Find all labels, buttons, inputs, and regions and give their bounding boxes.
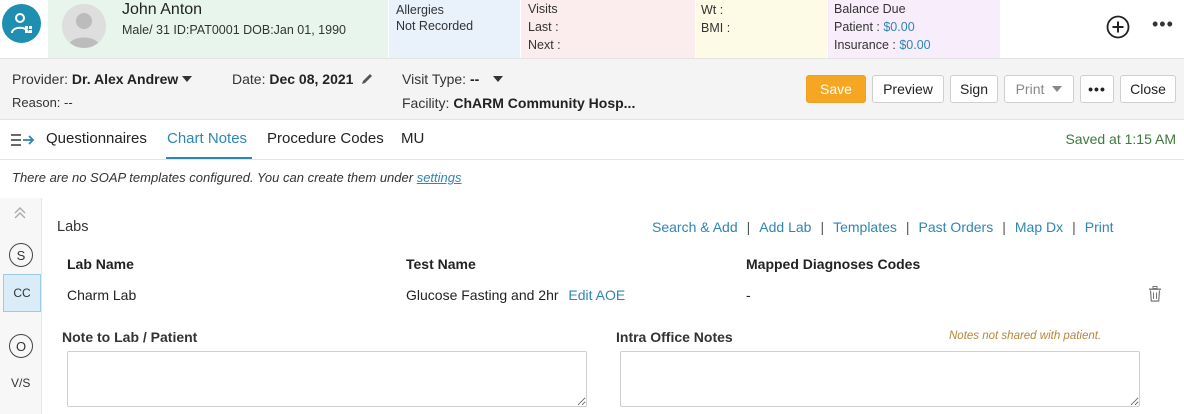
insurance-balance-label: Insurance :	[834, 38, 896, 52]
more-options-icon[interactable]: •••	[1152, 14, 1174, 35]
reason-field: Reason: --	[12, 95, 73, 110]
facility-label: Facility:	[402, 95, 450, 111]
soap-template-notice: There are no SOAP templates configured. …	[12, 170, 462, 185]
allergies-value: Not Recorded	[396, 19, 474, 33]
provider-label: Provider:	[12, 71, 69, 87]
notice-text: There are no SOAP templates configured. …	[12, 170, 417, 185]
edit-aoe-link[interactable]: Edit AOE	[568, 287, 625, 303]
expand-panel-icon[interactable]	[11, 133, 35, 150]
active-tab-indicator	[166, 157, 252, 159]
templates-link[interactable]: Templates	[833, 219, 897, 235]
provider-field[interactable]: Provider: Dr. Alex Andrew	[12, 71, 193, 87]
saved-status: Saved at 1:15 AM	[1065, 131, 1176, 147]
tab-questionnaires[interactable]: Questionnaires	[46, 130, 147, 147]
add-lab-link[interactable]: Add Lab	[759, 219, 811, 235]
balance-panel[interactable]: Balance Due Patient : $0.00 Insurance : …	[828, 0, 1000, 58]
labs-title: Labs	[57, 219, 89, 235]
patient-panel[interactable]: John Anton Male/ 31 ID:PAT0001 DOB:Jan 0…	[48, 0, 388, 58]
print-link[interactable]: Print	[1085, 219, 1114, 235]
encounter-bar: Provider: Dr. Alex Andrew Date: Dec 08, …	[0, 58, 1184, 120]
tab-mu[interactable]: MU	[401, 130, 424, 147]
provider-value: Dr. Alex Andrew	[71, 71, 179, 87]
column-header-mapped-diagnoses: Mapped Diagnoses Codes	[746, 256, 921, 272]
rail-item-objective[interactable]: O	[9, 334, 33, 358]
tab-procedure-codes[interactable]: Procedure Codes	[267, 130, 384, 147]
reason-value: --	[64, 95, 73, 110]
insurance-balance: Insurance : $0.00	[834, 36, 931, 54]
vitals-panel[interactable]: Wt : BMI :	[696, 0, 827, 58]
chevron-down-icon	[1052, 86, 1063, 92]
preview-button[interactable]: Preview	[872, 75, 944, 103]
search-add-link[interactable]: Search & Add	[652, 219, 738, 235]
more-button[interactable]: •••	[1080, 75, 1114, 103]
chevron-down-icon	[182, 76, 193, 82]
lab-name-cell: Charm Lab	[67, 287, 137, 303]
column-header-lab-name: Lab Name	[67, 256, 134, 272]
intra-office-notes-label: Intra Office Notes	[616, 329, 733, 345]
past-orders-link[interactable]: Past Orders	[919, 219, 994, 235]
patient-balance: Patient : $0.00	[834, 18, 915, 36]
trash-icon[interactable]	[1148, 286, 1162, 302]
note-to-lab-label: Note to Lab / Patient	[62, 329, 198, 345]
visit-type-field[interactable]: Visit Type: --	[402, 71, 504, 87]
settings-link[interactable]: settings	[417, 170, 462, 185]
add-circle-icon[interactable]	[1106, 15, 1130, 39]
pencil-icon[interactable]	[361, 72, 374, 85]
print-dropdown[interactable]: Print	[1004, 75, 1074, 103]
insurance-balance-value: $0.00	[899, 38, 931, 52]
visits-next: Next :	[528, 38, 561, 52]
patient-info: Male/ 31 ID:PAT0001 DOB:Jan 01, 1990	[122, 23, 346, 37]
tabs-bar: Questionnaires Chart Notes Procedure Cod…	[0, 120, 1184, 160]
visits-last: Last :	[528, 20, 559, 34]
app-logo-icon[interactable]	[2, 4, 41, 43]
date-value: Dec 08, 2021	[269, 71, 354, 87]
labs-actions: Search & Add | Add Lab | Templates | Past Orde…	[652, 219, 1114, 235]
notes-not-shared-hint: Notes not shared with patient.	[949, 330, 1102, 342]
test-name-value: Glucose Fasting and 2hr	[406, 287, 559, 303]
allergies-panel[interactable]: Allergies Not Recorded	[389, 0, 520, 58]
rail-item-vitals[interactable]: V/S	[11, 376, 30, 390]
avatar	[62, 4, 106, 48]
chevron-up-double-icon[interactable]	[13, 206, 27, 223]
rail-item-subjective[interactable]: S	[9, 243, 33, 267]
visits-panel[interactable]: Visits Last : Next :	[521, 0, 695, 58]
save-button[interactable]: Save	[806, 75, 866, 103]
reason-label: Reason:	[12, 95, 61, 110]
column-header-test-name: Test Name	[406, 256, 476, 272]
wt-label: Wt :	[701, 3, 724, 17]
date-label: Date:	[232, 71, 266, 87]
logo-tile	[0, 0, 48, 58]
date-field[interactable]: Date: Dec 08, 2021	[232, 71, 374, 87]
facility-value: ChARM Community Hosp...	[453, 95, 636, 111]
visits-label: Visits	[528, 2, 558, 16]
diagnoses-cell: -	[746, 287, 751, 303]
tab-chart-notes[interactable]: Chart Notes	[167, 130, 247, 147]
patient-balance-value: $0.00	[883, 20, 915, 34]
visit-type-label: Visit Type:	[402, 71, 467, 87]
patient-balance-label: Patient :	[834, 20, 880, 34]
patient-name: John Anton	[122, 1, 203, 18]
note-to-lab-textarea[interactable]	[67, 351, 587, 407]
intra-office-notes-textarea[interactable]	[620, 351, 1140, 407]
map-dx-link[interactable]: Map Dx	[1015, 219, 1063, 235]
visit-type-value: --	[469, 71, 480, 87]
bmi-label: BMI :	[701, 21, 731, 35]
balance-label: Balance Due	[834, 2, 906, 16]
patient-header: John Anton Male/ 31 ID:PAT0001 DOB:Jan 0…	[0, 0, 1184, 58]
soap-section-rail: S CC O V/S	[0, 198, 42, 414]
facility-field: Facility: ChARM Community Hosp...	[402, 95, 635, 111]
print-dropdown-label: Print	[1015, 81, 1045, 97]
rail-item-cc[interactable]: CC	[3, 274, 41, 312]
sign-button[interactable]: Sign	[950, 75, 998, 103]
chevron-down-icon	[493, 76, 504, 82]
test-name-cell: Glucose Fasting and 2hr Edit AOE	[406, 287, 625, 303]
close-button[interactable]: Close	[1120, 75, 1176, 103]
